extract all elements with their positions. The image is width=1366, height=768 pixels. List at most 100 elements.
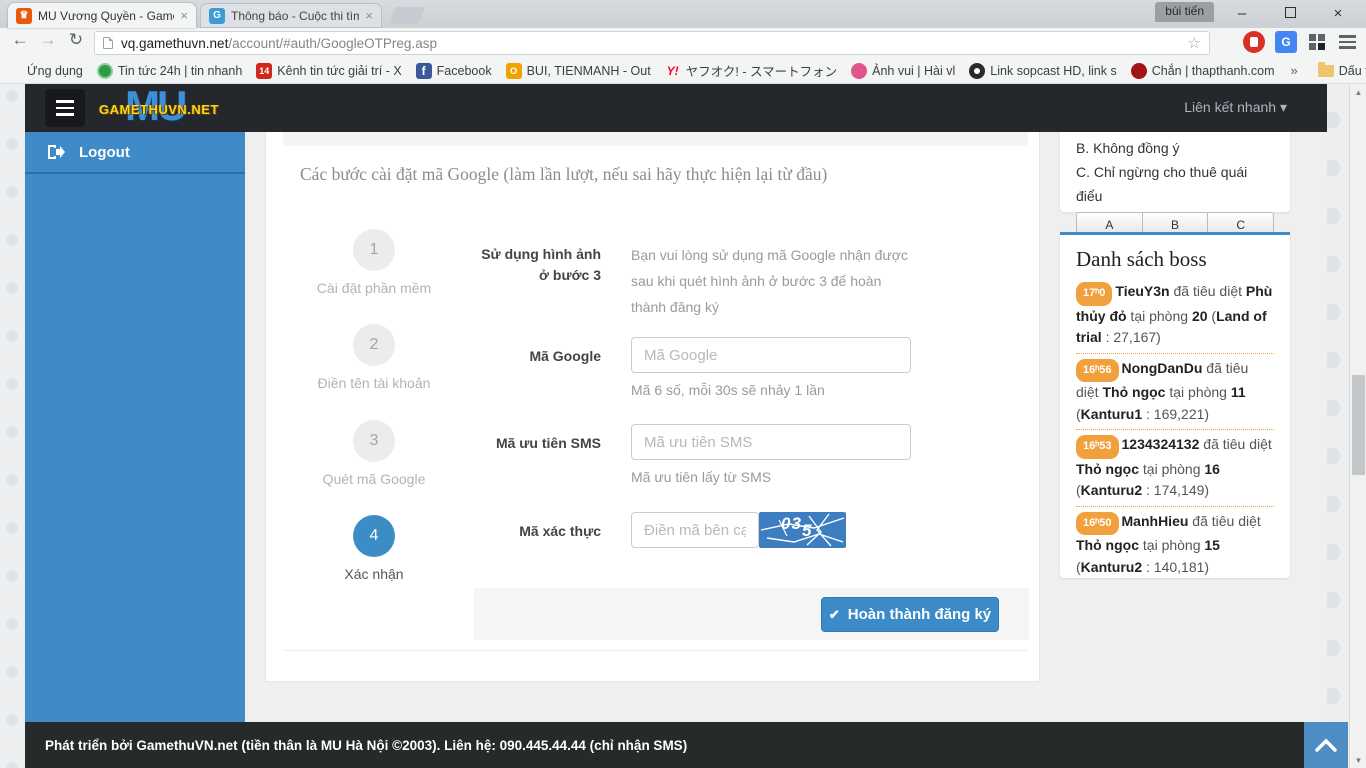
bookmark-label: ヤフオク! - スマートフォン <box>686 61 837 80</box>
g-favicon-icon: G <box>209 8 225 24</box>
step-2: 2 Điền tên tài khoản <box>284 324 464 391</box>
usage-description: Bạn vui lòng sử dụng mã Google nhận được… <box>631 242 919 320</box>
bookmark-label: BUI, TIENMANH - Out <box>527 64 651 78</box>
scrollbar-down-icon[interactable]: ▼ <box>1350 752 1366 768</box>
minimize-button[interactable]: – <box>1232 5 1252 22</box>
page-scrollbar[interactable]: ▲ ▼ <box>1349 84 1366 768</box>
address-bar[interactable]: vq.gamethuvn.net/account/#auth/GoogleOTP… <box>94 31 1210 55</box>
badge-14-icon: 14 <box>256 63 272 79</box>
boss-entry: 16ʰ50ManhHieu đã tiêu diệt Thỏ ngọc tại … <box>1076 511 1274 579</box>
boss-list-panel: Danh sách boss 17ʰ0TieuY3n đã tiêu diệt … <box>1060 232 1290 578</box>
browser-toolbar: ← → ↻ vq.gamethuvn.net/account/#auth/Goo… <box>0 28 1366 58</box>
site-logo[interactable]: MU GAMETHUVN.NET <box>97 86 267 130</box>
adblock-icon[interactable] <box>1243 31 1265 53</box>
scrollbar-thumb[interactable] <box>1352 375 1365 475</box>
logout-label: Logout <box>79 144 130 161</box>
url-path: /account/#auth/GoogleOTPreg.asp <box>228 36 437 51</box>
screen: ♛ MU Vương Quyền - Game × G Thông báo - … <box>0 0 1366 768</box>
quick-links-dropdown[interactable]: Liên kết nhanh ▾ <box>1184 99 1287 116</box>
bookmark-chan[interactable]: Chắn | thapthanh.com <box>1131 63 1275 79</box>
bookmark-label: Link sopcast HD, link s <box>990 64 1116 78</box>
bookmark-tintuc24h[interactable]: Tin tức 24h | tin nhanh <box>97 63 242 79</box>
google-code-help: Mã 6 số, mỗi 30s sẽ nhảy 1 lần <box>631 382 825 398</box>
step-3-label: Quét mã Google <box>284 471 464 487</box>
time-badge: 16ʰ56 <box>1076 359 1119 383</box>
qr-cells <box>1309 34 1325 50</box>
chevron-up-icon <box>1315 738 1337 752</box>
tab-inactive[interactable]: G Thông báo - Cuộc thi tìm × <box>200 3 382 28</box>
bookmark-star-icon[interactable]: ☆ <box>1188 34 1201 52</box>
bookmark-sopcast[interactable]: Link sopcast HD, link s <box>969 63 1116 79</box>
facebook-icon: f <box>416 63 432 79</box>
bookmark-yahoo-auctions[interactable]: Y! ヤフオク! - スマートフォン <box>665 61 837 80</box>
captcha-input[interactable] <box>631 512 759 548</box>
bookmark-outlook[interactable]: O BUI, TIENMANH - Out <box>506 63 651 79</box>
bookmark-facebook[interactable]: f Facebook <box>416 63 492 79</box>
url-text[interactable]: vq.gamethuvn.net/account/#auth/GoogleOTP… <box>121 36 1188 51</box>
browser-menu-icon[interactable] <box>1336 31 1358 53</box>
page-icon <box>103 37 113 49</box>
browser-profile-chip[interactable]: bùi tiến <box>1155 2 1214 22</box>
main-panel: Các bước cài đặt mã Google (làm lần lượt… <box>265 132 1040 682</box>
adblock-hand <box>1250 37 1258 47</box>
boss-entry: 16ʰ531234324132 đã tiêu diệt Thỏ ngọc tạ… <box>1076 434 1274 507</box>
mu-favicon-icon: ♛ <box>16 8 32 24</box>
scroll-to-top-button[interactable] <box>1304 722 1348 768</box>
poll-option-b: B. Không đồng ý <box>1076 136 1274 160</box>
bookmarks-overflow-icon[interactable]: » <box>1291 63 1298 78</box>
bookmark-anhvui[interactable]: Ảnh vui | Hài vl <box>851 63 955 79</box>
url-host: vq.gamethuvn.net <box>121 36 228 51</box>
scrollbar-up-icon[interactable]: ▲ <box>1350 84 1366 100</box>
bookmark-label: Ảnh vui | Hài vl <box>872 64 955 78</box>
menu-bars <box>1339 35 1356 49</box>
maximize-button[interactable] <box>1280 5 1300 22</box>
tab-strip: ♛ MU Vương Quyền - Game × G Thông báo - … <box>0 0 1366 28</box>
sopcast-ball-icon <box>969 63 985 79</box>
new-tab-button[interactable] <box>389 7 425 24</box>
translate-icon[interactable]: G <box>1275 31 1297 53</box>
sms-code-input[interactable] <box>631 424 911 460</box>
poll-panel: B. Không đồng ý C. Chỉ ngừng cho thuê qu… <box>1060 132 1290 212</box>
bookmark-label: Tin tức 24h | tin nhanh <box>118 64 242 78</box>
left-sidebar: Logout <box>25 132 245 722</box>
refresh-icon[interactable]: ↻ <box>64 30 88 50</box>
bookmark-apps[interactable]: Ứng dụng <box>6 63 83 79</box>
apps-grid-icon <box>6 63 22 79</box>
bookmark-kenh14[interactable]: 14 Kênh tin tức giải trí - X <box>256 63 401 79</box>
step-4-number: 4 <box>353 515 395 557</box>
step-4-label: Xác nhận <box>284 566 464 582</box>
forward-icon[interactable]: → <box>36 30 60 50</box>
boss-list-title: Danh sách boss <box>1076 247 1274 272</box>
boss-entry: 17ʰ0TieuY3n đã tiêu diệt Phù thủy đỏ tại… <box>1076 281 1274 354</box>
step-3-number: 3 <box>353 420 395 462</box>
logo-domain-text: GAMETHUVN.NET <box>99 102 219 117</box>
footer-text: Phát triển bởi GamethuVN.net (tiền thân … <box>45 738 687 753</box>
sms-code-label: Mã ưu tiên SMS <box>476 433 601 454</box>
google-code-input[interactable] <box>631 337 911 373</box>
time-badge: 17ʰ0 <box>1076 282 1112 306</box>
tab-active[interactable]: ♛ MU Vương Quyền - Game × <box>8 3 196 28</box>
outlook-icon: O <box>506 63 522 79</box>
sidebar-item-logout[interactable]: Logout <box>25 132 245 174</box>
window-controls: – × <box>1232 0 1358 26</box>
page-title: Các bước cài đặt mã Google (làm lần lượt… <box>300 164 827 185</box>
sidebar-toggle-button[interactable] <box>45 89 85 127</box>
bookmark-label: Kênh tin tức giải trí - X <box>277 64 401 78</box>
bookmark-label: Ứng dụng <box>27 64 83 78</box>
bookmark-label: Chắn | thapthanh.com <box>1152 64 1275 78</box>
other-bookmarks-label: Dấu trang khác <box>1339 64 1366 78</box>
other-bookmarks[interactable]: Dấu trang khác <box>1318 64 1366 78</box>
qr-extension-icon[interactable] <box>1306 31 1328 53</box>
panel-heading-strip <box>283 132 1028 146</box>
submit-registration-button[interactable]: ✔ Hoàn thành đăng ký <box>821 597 999 632</box>
time-badge: 16ʰ53 <box>1076 435 1119 459</box>
folder-icon <box>1318 65 1334 77</box>
captcha-image[interactable]: 035 <box>759 512 846 548</box>
tab-close-icon[interactable]: × <box>365 8 373 23</box>
yahoo-japan-icon: Y! <box>665 63 681 79</box>
back-icon[interactable]: ← <box>8 30 32 50</box>
app-header: MU GAMETHUVN.NET Liên kết nhanh ▾ <box>25 84 1327 132</box>
tab-close-icon[interactable]: × <box>180 8 188 23</box>
close-button[interactable]: × <box>1328 5 1348 22</box>
step-1-label: Cài đặt phần mềm <box>284 280 464 296</box>
